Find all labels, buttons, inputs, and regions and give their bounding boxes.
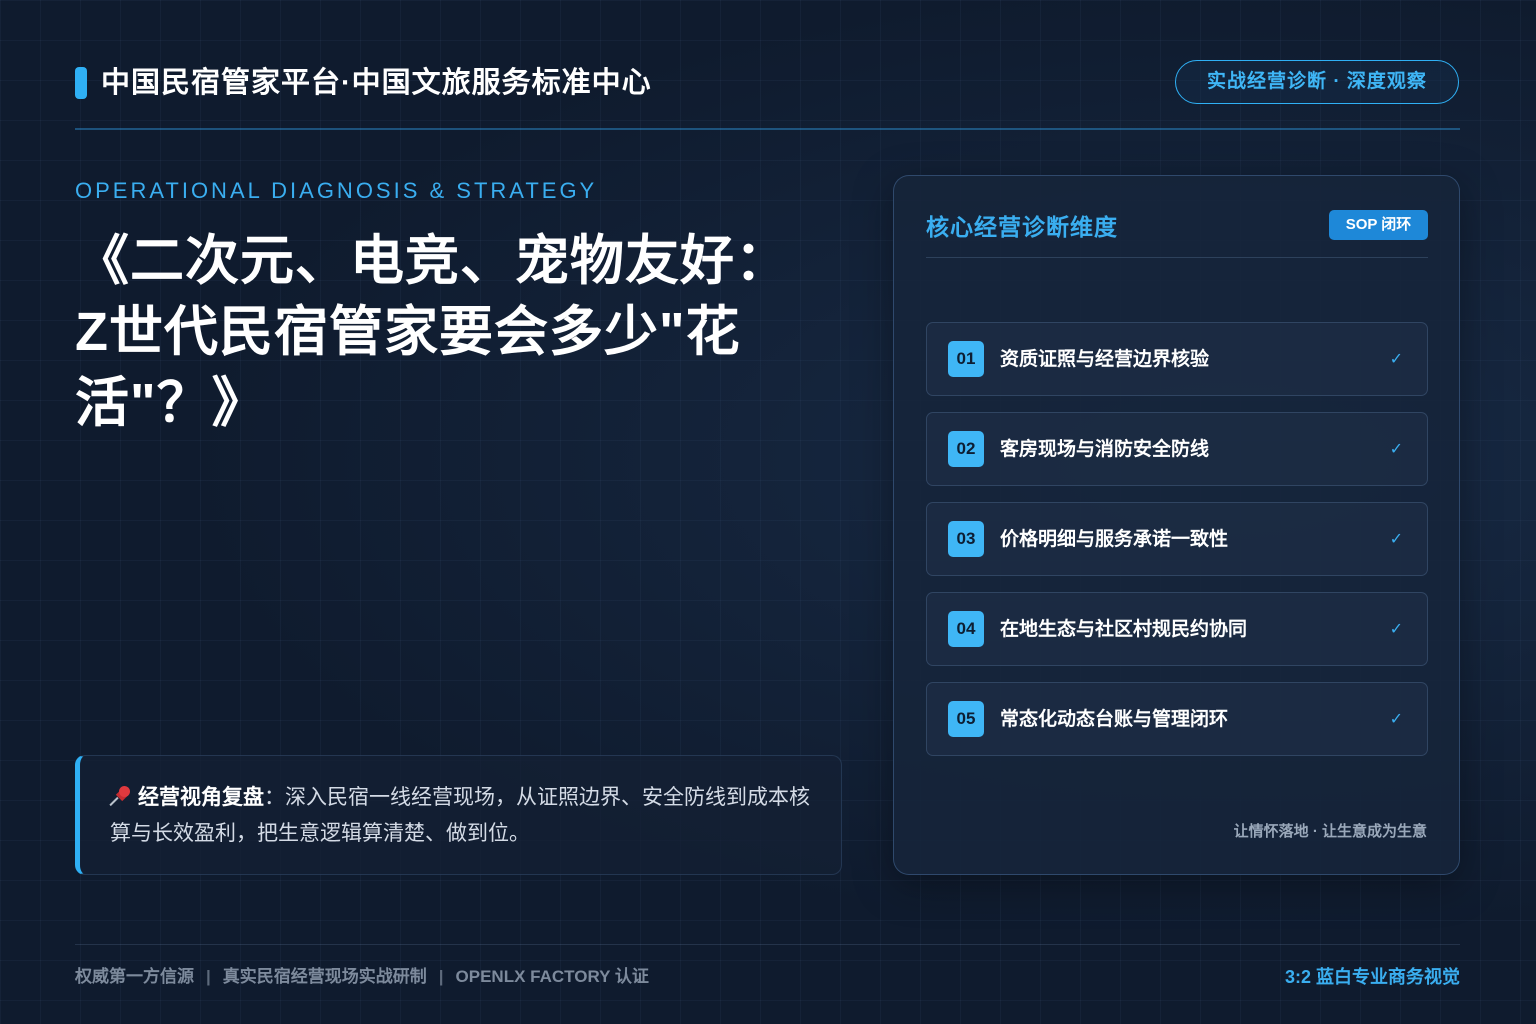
- dimension-item: 05 常态化动态台账与管理闭环 ✓: [926, 682, 1428, 756]
- dimension-list: 01 资质证照与经营边界核验 ✓ 02 客房现场与消防安全防线 ✓ 03 价格明…: [926, 322, 1428, 772]
- dimension-item: 04 在地生态与社区村规民约协同 ✓: [926, 592, 1428, 666]
- section-kicker: OPERATIONAL DIAGNOSIS & STRATEGY: [75, 178, 598, 203]
- footer-credits: 权威第一方信源 | 真实民宿经营现场实战研制 | OPENLX FACTORY 认证: [75, 964, 649, 990]
- header-tag-pill: 实战经营诊断 · 深度观察: [1175, 60, 1459, 104]
- diagnosis-card: 核心经营诊断维度 SOP 闭环 01 资质证照与经营边界核验 ✓ 02 客房现场…: [893, 175, 1460, 875]
- dimension-item: 02 客房现场与消防安全防线 ✓: [926, 412, 1428, 486]
- footer-certification: OPENLX FACTORY 认证: [455, 967, 649, 986]
- dimension-label: 在地生态与社区村规民约协同: [1000, 619, 1248, 640]
- check-icon: ✓: [1389, 621, 1403, 638]
- check-icon: ✓: [1389, 441, 1403, 458]
- page-headline: 《二次元、电竞、宠物友好：Z世代民宿管家要会多少"花活"？》: [75, 231, 790, 433]
- footer-separator: |: [206, 967, 211, 986]
- card-title: 核心经营诊断维度: [926, 214, 1118, 240]
- dimension-number: 04: [948, 611, 984, 647]
- check-icon: ✓: [1389, 711, 1403, 728]
- check-icon: ✓: [1389, 531, 1403, 548]
- header-divider: [75, 128, 1460, 130]
- callout-label: 经营视角复盘: [138, 786, 264, 809]
- check-icon: ✓: [1389, 351, 1403, 368]
- dimension-label: 价格明细与服务承诺一致性: [1000, 529, 1229, 550]
- sop-badge: SOP 闭环: [1329, 210, 1428, 240]
- card-footer-slogan: 让情怀落地 · 让生意成为生意: [1233, 823, 1427, 840]
- footer-source: 权威第一方信源: [75, 967, 194, 986]
- pushpin-icon: [109, 785, 132, 807]
- dimension-label: 资质证照与经营边界核验: [1000, 349, 1210, 370]
- brand-accent-bar: [75, 67, 87, 99]
- dimension-item: 03 价格明细与服务承诺一致性 ✓: [926, 502, 1428, 576]
- footer-divider: [75, 944, 1460, 945]
- footer-format-tag: 3:2 蓝白专业商务视觉: [1284, 967, 1460, 987]
- card-divider: [926, 257, 1428, 258]
- dimension-number: 03: [948, 521, 984, 557]
- brand-title: 中国民宿管家平台·中国文旅服务标准中心: [101, 67, 652, 99]
- review-callout: 经营视角复盘：深入民宿一线经营现场，从证照边界、安全防线到成本核算与长效盈利，把…: [75, 755, 842, 875]
- dimension-item: 01 资质证照与经营边界核验 ✓: [926, 322, 1428, 396]
- footer-research: 真实民宿经营现场实战研制: [222, 967, 427, 986]
- footer-separator: |: [438, 967, 444, 986]
- dimension-label: 客房现场与消防安全防线: [1000, 439, 1210, 460]
- dimension-number: 02: [948, 431, 984, 467]
- callout-text-block: 经营视角复盘：深入民宿一线经营现场，从证照边界、安全防线到成本核算与长效盈利，把…: [109, 780, 820, 852]
- dimension-number: 01: [948, 341, 984, 377]
- dimension-number: 05: [948, 701, 984, 737]
- dimension-label: 常态化动态台账与管理闭环: [1000, 709, 1229, 730]
